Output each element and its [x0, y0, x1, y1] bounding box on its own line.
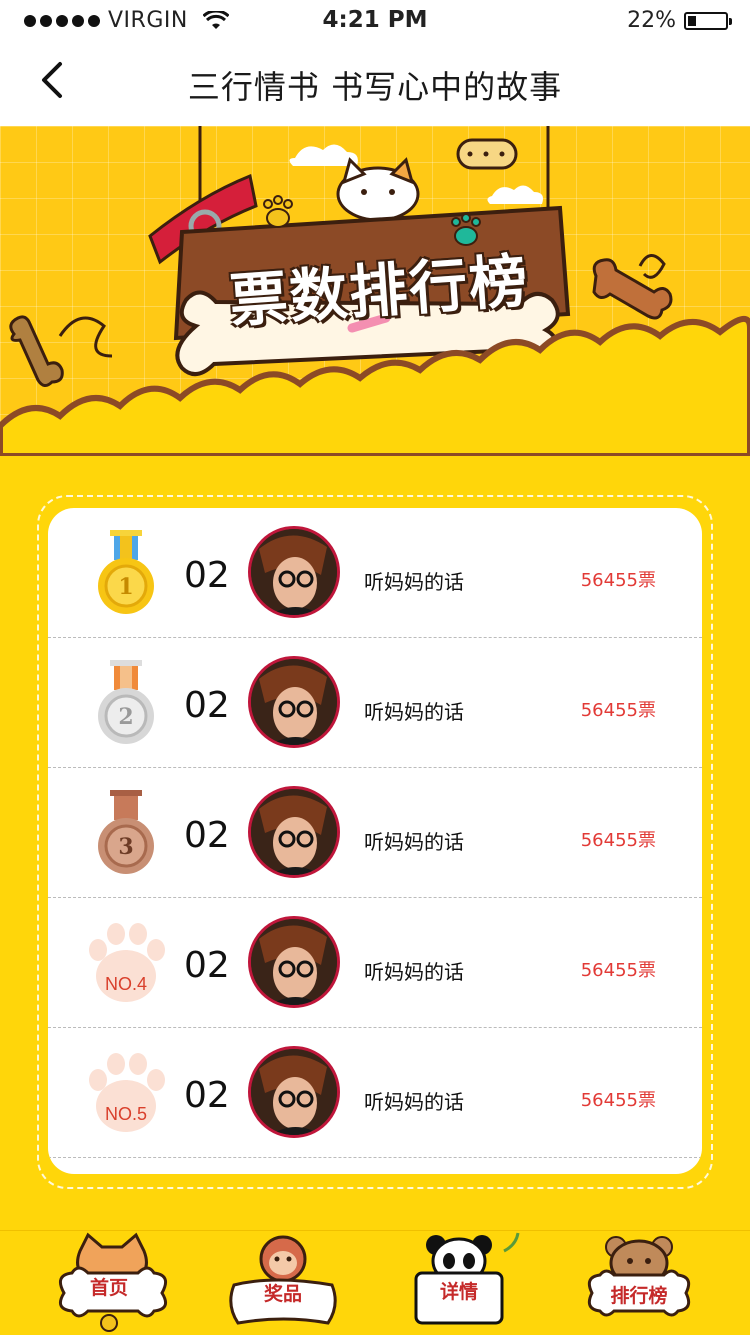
- vote-count: 56455票: [580, 570, 656, 591]
- table-row[interactable]: NO.5 02 听妈妈的话 56455票: [48, 1028, 702, 1158]
- user-name: 听妈妈的话: [364, 1090, 464, 1114]
- table-row[interactable]: 2 02 听妈妈的话 56455票: [48, 638, 702, 768]
- tab-prizes[interactable]: 奖品: [208, 1231, 358, 1335]
- avatar: [248, 526, 340, 618]
- rank-number: 02: [184, 815, 230, 856]
- badge-number: 2: [118, 704, 133, 730]
- badge-number: 3: [118, 834, 133, 860]
- user-name: 听妈妈的话: [364, 830, 464, 854]
- avatar: [248, 1046, 340, 1138]
- bronze-medal-icon: 3: [98, 790, 154, 874]
- tab-home[interactable]: 首页: [34, 1231, 184, 1335]
- user-name: 听妈妈的话: [364, 700, 464, 724]
- rank-number: 02: [184, 945, 230, 986]
- banner: 票数排行榜: [0, 126, 750, 456]
- vote-count: 56455票: [580, 1090, 656, 1111]
- tab-label: 奖品: [263, 1283, 302, 1305]
- leaderboard-card: 1 02 听妈妈的话 56455票 2 02 听妈妈的话 56455票 3 02…: [48, 508, 702, 1174]
- table-row[interactable]: 1 02 听妈妈的话 56455票: [48, 508, 702, 638]
- rank-number: 02: [184, 555, 230, 596]
- table-row[interactable]: NO.4 02 听妈妈的话 56455票: [48, 898, 702, 1028]
- tab-leaderboard[interactable]: 排行榜: [564, 1231, 714, 1335]
- avatar: [248, 786, 340, 878]
- nav-bar: 三行情书 书写心中的故事: [0, 40, 750, 126]
- paw-icon: NO.5: [89, 1053, 165, 1132]
- user-name: 听妈妈的话: [364, 570, 464, 594]
- avatar: [248, 656, 340, 748]
- tab-label: 首页: [89, 1277, 128, 1299]
- tab-label: 排行榜: [610, 1285, 668, 1307]
- silver-medal-icon: 2: [98, 660, 154, 744]
- page-title: 三行情书 书写心中的故事: [187, 68, 563, 106]
- rank-number: 02: [184, 685, 230, 726]
- battery: 22%: [627, 8, 732, 33]
- vote-count: 56455票: [580, 700, 656, 721]
- user-name: 听妈妈的话: [364, 960, 464, 984]
- paw-icon: NO.4: [89, 923, 165, 1002]
- rank-number: 02: [184, 1075, 230, 1116]
- vote-count: 56455票: [580, 830, 656, 851]
- badge-number: NO.5: [105, 1104, 147, 1124]
- badge-number: 1: [118, 574, 133, 600]
- gold-medal-icon: 1: [98, 530, 154, 614]
- tab-details[interactable]: 详情: [384, 1231, 534, 1335]
- vote-count: 56455票: [580, 960, 656, 981]
- tab-bar: 首页 奖品 详情 排行榜: [0, 1230, 750, 1335]
- battery-icon: [684, 11, 732, 30]
- status-bar: VIRGIN 4:21 PM 22%: [0, 0, 750, 40]
- tab-label: 详情: [439, 1281, 478, 1303]
- battery-percent: 22%: [627, 8, 676, 33]
- badge-number: NO.4: [105, 974, 147, 994]
- avatar: [248, 916, 340, 1008]
- table-row[interactable]: 3 02 听妈妈的话 56455票: [48, 768, 702, 898]
